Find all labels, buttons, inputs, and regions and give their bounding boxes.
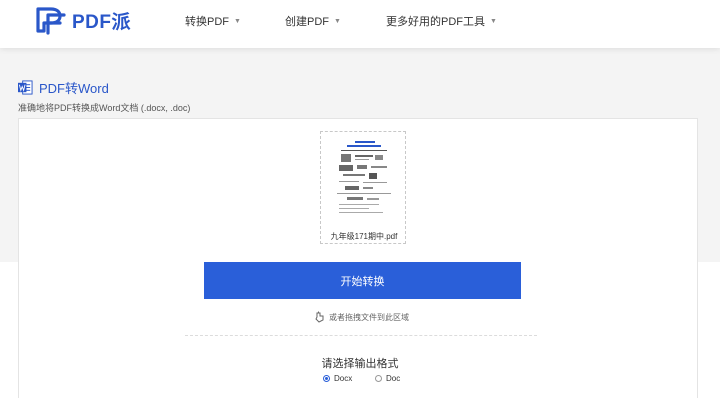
brand-name: PDF派 — [72, 11, 132, 33]
brand-logo[interactable]: PDF派 — [34, 5, 131, 35]
top-header: PDF派 转换PDF ▼ 创建PDF ▼ 更多好用的PDF工具 ▼ — [0, 0, 720, 48]
drag-drop-hint: 或者拖拽文件到此区域 — [314, 311, 409, 323]
radio-button-selected[interactable] — [323, 375, 330, 382]
pdf-pai-logo-icon — [36, 7, 66, 35]
format-option-doc[interactable]: Doc — [375, 374, 400, 383]
start-convert-button[interactable]: 开始转换 — [204, 262, 521, 299]
file-name: 九年级171期中.pdf — [330, 232, 398, 241]
nav-convert-pdf-label: 转换PDF — [185, 16, 229, 28]
nav-more-tools-label: 更多好用的PDF工具 — [386, 16, 485, 28]
uploaded-file[interactable]: 九年级171期中.pdf — [320, 131, 406, 244]
format-option-doc-label: Doc — [386, 374, 401, 383]
radio-button[interactable] — [375, 375, 382, 382]
nav-create-pdf-label: 创建PDF — [285, 16, 329, 28]
drag-hint-text: 或者拖拽文件到此区域 — [329, 312, 409, 322]
format-option-docx-label: Docx — [334, 374, 353, 383]
page-title: PDF转Word — [39, 81, 109, 96]
page-title-row: PDF转Word — [18, 78, 109, 97]
nav-create-pdf[interactable]: 创建PDF ▼ — [285, 13, 341, 29]
pdf-thumbnail — [333, 138, 395, 224]
chevron-down-icon: ▼ — [234, 17, 241, 25]
nav-more-tools[interactable]: 更多好用的PDF工具 ▼ — [386, 13, 497, 29]
chevron-down-icon: ▼ — [334, 17, 341, 25]
format-option-docx[interactable]: Docx — [323, 374, 352, 383]
word-icon — [18, 80, 33, 95]
chevron-down-icon: ▼ — [490, 17, 497, 25]
drag-hand-icon — [315, 311, 324, 323]
nav-convert-pdf[interactable]: 转换PDF ▼ — [185, 13, 241, 29]
section-divider — [185, 335, 537, 336]
page-subtitle: 准确地将PDF转换成Word文档 (.docx, .doc) — [18, 103, 191, 113]
output-format-label: 请选择输出格式 — [321, 358, 399, 370]
